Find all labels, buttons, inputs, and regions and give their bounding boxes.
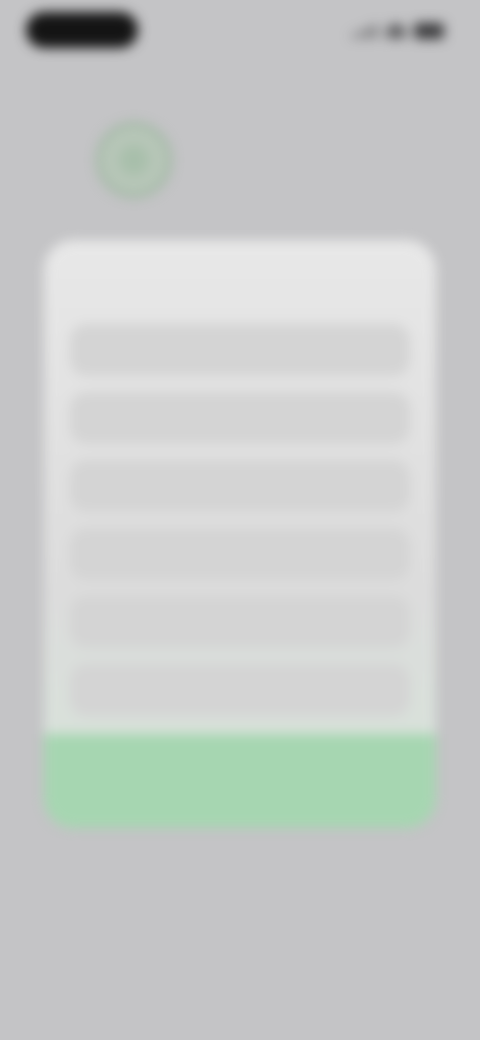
option-2[interactable] [70, 392, 410, 444]
logo-icon [96, 122, 172, 198]
option-3[interactable] [70, 460, 410, 512]
status-icons [352, 22, 444, 40]
signal-icon [352, 24, 378, 38]
confirm-button[interactable] [44, 734, 436, 828]
option-5[interactable] [70, 596, 410, 648]
option-1[interactable] [70, 324, 410, 376]
blurred-screen [0, 0, 480, 1040]
battery-icon [414, 23, 444, 39]
option-6[interactable] [70, 664, 410, 716]
status-time-pill [26, 12, 138, 48]
status-bar [0, 0, 480, 64]
app-header [96, 118, 396, 208]
wifi-icon [386, 24, 406, 38]
option-4[interactable] [70, 528, 410, 580]
selection-dialog [44, 240, 436, 828]
